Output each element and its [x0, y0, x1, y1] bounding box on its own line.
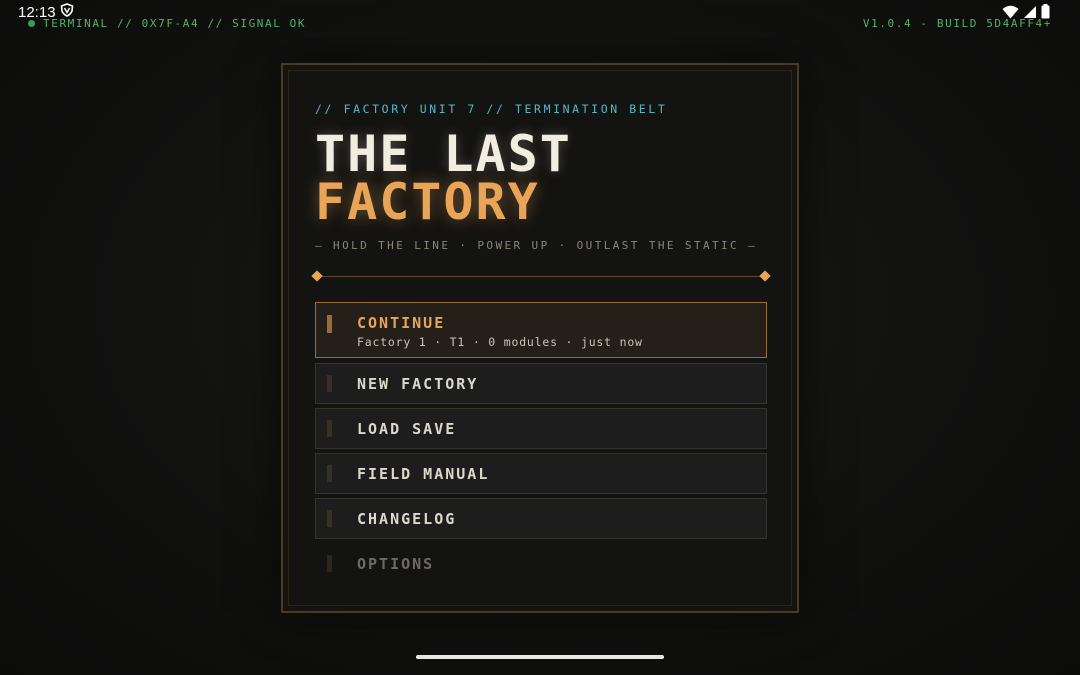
signal-dot-icon: [28, 20, 35, 27]
game-tagline: — HOLD THE LINE · POWER UP · OUTLAST THE…: [315, 239, 758, 252]
menu-marker-icon: [327, 510, 332, 527]
ornamental-divider: [311, 270, 771, 283]
continue-label: CONTINUE: [357, 314, 446, 332]
menu-marker-icon: [327, 555, 332, 572]
menu-marker-icon: [327, 465, 332, 482]
new-factory-button[interactable]: NEW FACTORY: [315, 363, 767, 404]
game-title-line-1: THE LAST: [315, 125, 572, 183]
menu-marker-icon: [327, 420, 332, 437]
main-menu: CONTINUE Factory 1 · T1 · 0 modules · ju…: [315, 302, 767, 588]
terminal-status-text: TERMINAL // 0X7F-A4 // SIGNAL OK: [43, 17, 307, 30]
continue-save-info: Factory 1 · T1 · 0 modules · just now: [357, 335, 643, 349]
load-save-button[interactable]: LOAD SAVE: [315, 408, 767, 449]
terminal-status: TERMINAL // 0X7F-A4 // SIGNAL OK: [28, 17, 306, 30]
diamond-right-icon: [759, 270, 771, 282]
diamond-left-icon: [311, 270, 323, 282]
field-manual-button[interactable]: FIELD MANUAL: [315, 453, 767, 494]
divider-line: [321, 276, 761, 277]
menu-marker-icon: [327, 315, 332, 333]
build-version: V1.0.4 - BUILD 5D4AFF4+: [862, 17, 1052, 30]
field-manual-label: FIELD MANUAL: [357, 465, 490, 483]
panel-kicker: // FACTORY UNIT 7 // TERMINATION BELT: [315, 102, 668, 116]
options-button[interactable]: OPTIONS: [315, 543, 767, 584]
menu-marker-icon: [327, 375, 332, 392]
changelog-button[interactable]: CHANGELOG: [315, 498, 767, 539]
continue-button[interactable]: CONTINUE Factory 1 · T1 · 0 modules · ju…: [315, 302, 767, 358]
main-menu-panel: // FACTORY UNIT 7 // TERMINATION BELT TH…: [281, 63, 799, 613]
options-label: OPTIONS: [357, 555, 435, 573]
home-gesture-bar[interactable]: [416, 655, 664, 659]
new-factory-label: NEW FACTORY: [357, 375, 479, 393]
load-save-label: LOAD SAVE: [357, 420, 457, 438]
changelog-label: CHANGELOG: [357, 510, 457, 528]
game-title-line-2: FACTORY: [315, 173, 540, 231]
